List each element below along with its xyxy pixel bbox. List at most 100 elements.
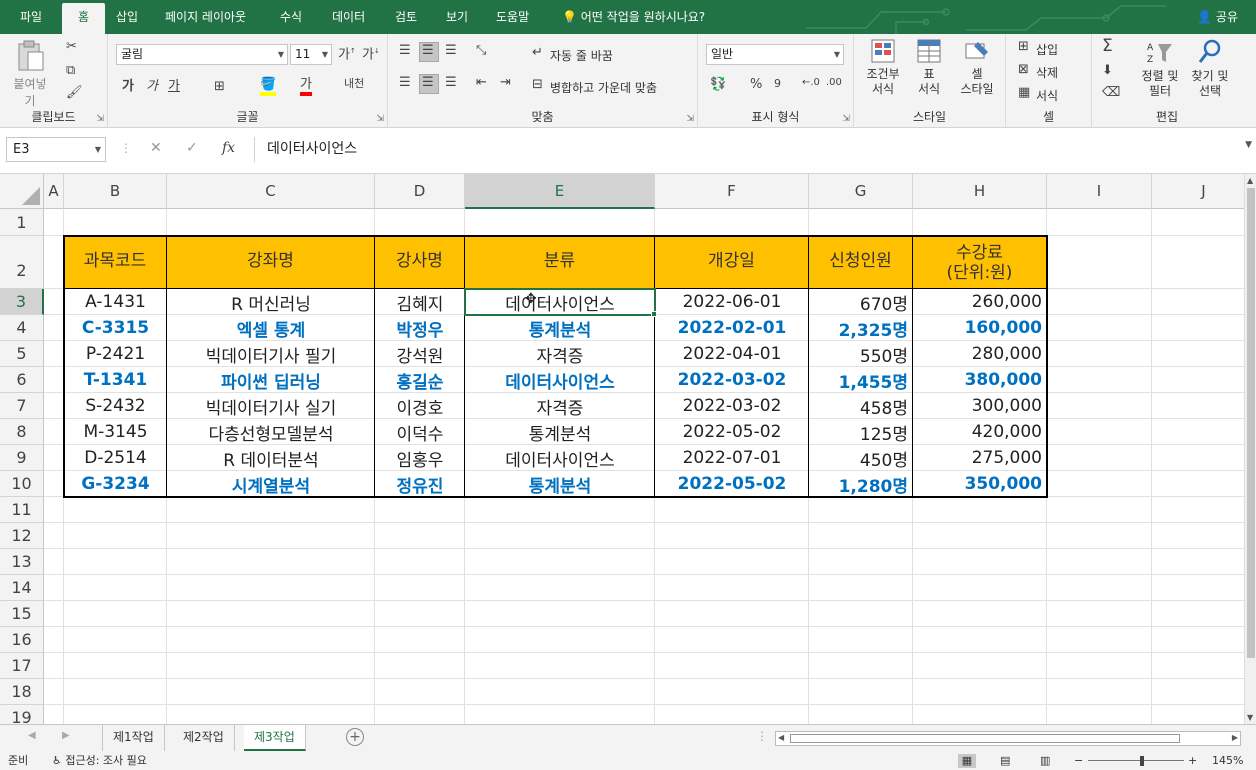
page-break-view-icon[interactable]: ▥ xyxy=(1040,752,1050,770)
number-launcher-icon[interactable]: ⇲ xyxy=(842,114,850,124)
wrap-text-button[interactable]: 자동 줄 바꿈 xyxy=(550,47,613,64)
row-header-15[interactable]: 15 xyxy=(0,601,44,627)
scroll-up-icon[interactable]: ▲ xyxy=(1247,176,1253,185)
row-header-19[interactable]: 19 xyxy=(0,705,44,724)
instructor-cell[interactable]: 강석원 xyxy=(375,341,465,367)
row-header-13[interactable]: 13 xyxy=(0,549,44,575)
delete-cells-button[interactable]: 삭제 xyxy=(1036,64,1058,81)
course-name-cell[interactable]: 시계열분석 xyxy=(167,471,375,497)
course-code-cell[interactable]: M-3145 xyxy=(64,419,167,445)
vertical-scroll-thumb[interactable] xyxy=(1247,188,1255,658)
add-sheet-icon[interactable]: + xyxy=(346,728,364,746)
grow-font-icon[interactable]: 가↑ xyxy=(338,48,356,62)
tab-data[interactable]: 데이터 xyxy=(330,0,367,34)
course-code-cell[interactable]: P-2421 xyxy=(64,341,167,367)
enrollment-cell[interactable]: 1,280명 xyxy=(809,471,913,497)
cancel-icon[interactable]: ✕ xyxy=(150,140,162,156)
enrollment-cell[interactable]: 125명 xyxy=(809,419,913,445)
shrink-font-icon[interactable]: 가↓ xyxy=(362,48,380,62)
start-date-cell[interactable]: 2022-03-02 xyxy=(655,393,809,419)
row-header-2[interactable]: 2 xyxy=(0,236,44,289)
enrollment-cell[interactable]: 450명 xyxy=(809,445,913,471)
expand-formula-icon[interactable]: ▼ xyxy=(1245,140,1252,150)
formula-bar-handle-icon[interactable]: ⋮ xyxy=(120,141,132,155)
instructor-cell[interactable]: 정유진 xyxy=(375,471,465,497)
tell-me-search[interactable]: 💡 어떤 작업을 원하시나요? xyxy=(562,0,705,34)
course-name-cell[interactable]: R 머신러닝 xyxy=(167,289,375,315)
course-name-cell[interactable]: 다층선형모델분석 xyxy=(167,419,375,445)
category-cell[interactable]: 데이터사이언스 xyxy=(465,367,655,393)
formula-input[interactable]: 데이터사이언스 xyxy=(254,137,1254,162)
category-cell[interactable]: 통계분석 xyxy=(465,471,655,497)
fill-handle[interactable] xyxy=(651,311,657,317)
tab-view[interactable]: 보기 xyxy=(444,0,470,34)
italic-button[interactable]: 가 xyxy=(146,80,158,93)
row-header-16[interactable]: 16 xyxy=(0,627,44,653)
enrollment-cell[interactable]: 1,455명 xyxy=(809,367,913,393)
zoom-slider[interactable] xyxy=(1088,760,1184,761)
tab-split-handle-icon[interactable]: ⋮ xyxy=(756,729,768,743)
course-code-cell[interactable]: A-1431 xyxy=(64,289,167,315)
tab-file[interactable]: 파일 xyxy=(18,0,44,34)
zoom-level[interactable]: 145% xyxy=(1212,752,1243,770)
next-sheet-icon[interactable]: ▶ xyxy=(62,730,70,741)
start-date-cell[interactable]: 2022-06-01 xyxy=(655,289,809,315)
course-code-cell[interactable]: D-2514 xyxy=(64,445,167,471)
category-cell[interactable]: 자격증 xyxy=(465,393,655,419)
start-date-cell[interactable]: 2022-05-02 xyxy=(655,471,809,497)
insert-cells-button[interactable]: 삽입 xyxy=(1036,41,1058,58)
sort-filter-button[interactable]: A Z 정렬 및 필터 xyxy=(1136,38,1184,99)
enrollment-cell[interactable]: 670명 xyxy=(809,289,913,315)
row-header-5[interactable]: 5 xyxy=(0,341,44,367)
row-header-9[interactable]: 9 xyxy=(0,445,44,471)
clipboard-launcher-icon[interactable]: ⇲ xyxy=(96,114,104,124)
course-name-cell[interactable]: 빅데이터기사 실기 xyxy=(167,393,375,419)
category-cell[interactable]: 통계분석 xyxy=(465,419,655,445)
fee-cell[interactable]: 280,000 xyxy=(913,341,1047,367)
phonetic-icon[interactable]: 내천 xyxy=(344,78,364,89)
scroll-left-icon[interactable]: ◀ xyxy=(778,733,784,742)
insert-function-icon[interactable]: fx xyxy=(222,140,235,156)
category-cell[interactable]: 통계분석 xyxy=(465,315,655,341)
vertical-scrollbar[interactable]: ▲ ▼ xyxy=(1244,174,1256,724)
row-header-8[interactable]: 8 xyxy=(0,419,44,445)
zoom-out-icon[interactable]: − xyxy=(1074,752,1083,770)
font-size-combo[interactable]: 11 ▼ xyxy=(290,44,332,65)
course-name-cell[interactable]: 파이썬 딥러닝 xyxy=(167,367,375,393)
zoom-in-icon[interactable]: + xyxy=(1188,752,1197,770)
enrollment-cell[interactable]: 550명 xyxy=(809,341,913,367)
decrease-indent-icon[interactable]: ⇤ xyxy=(476,76,487,89)
orientation-icon[interactable]: ⤡ xyxy=(476,44,486,57)
normal-view-icon[interactable]: ▦ xyxy=(958,754,976,768)
name-box[interactable]: E3 ▼ xyxy=(6,137,106,162)
fee-cell[interactable]: 260,000 xyxy=(913,289,1047,315)
align-right-icon[interactable]: ☰ xyxy=(445,76,457,89)
course-name-cell[interactable]: R 데이터분석 xyxy=(167,445,375,471)
start-date-cell[interactable]: 2022-02-01 xyxy=(655,315,809,341)
fee-cell[interactable]: 275,000 xyxy=(913,445,1047,471)
column-header-a[interactable]: A xyxy=(44,174,64,209)
underline-button[interactable]: 가 xyxy=(168,80,180,93)
find-select-button[interactable]: 찾기 및 선택 xyxy=(1186,38,1234,99)
row-header-11[interactable]: 11 xyxy=(0,497,44,523)
percent-button[interactable]: % xyxy=(750,78,762,91)
cut-icon[interactable]: ✂ xyxy=(66,40,77,53)
tab-review[interactable]: 검토 xyxy=(393,0,419,34)
align-left-icon[interactable]: ☰ xyxy=(399,76,411,89)
accessibility-status[interactable]: ♿ 접근성: 조사 필요 xyxy=(52,752,147,770)
clear-icon[interactable]: ⌫ xyxy=(1102,86,1120,99)
format-painter-icon[interactable]: 🖌 xyxy=(66,86,83,99)
course-code-cell[interactable]: T-1341 xyxy=(64,367,167,393)
horizontal-scrollbar[interactable]: ◀ ▶ xyxy=(775,731,1241,746)
fill-color-icon[interactable]: 🪣 xyxy=(260,77,277,96)
tab-help[interactable]: 도움말 xyxy=(494,0,531,34)
fee-cell[interactable]: 300,000 xyxy=(913,393,1047,419)
number-format-combo[interactable]: 일반 ▼ xyxy=(706,44,844,65)
share-button[interactable]: 👤 공유 xyxy=(1197,0,1238,34)
instructor-cell[interactable]: 박정우 xyxy=(375,315,465,341)
instructor-cell[interactable]: 홍길순 xyxy=(375,367,465,393)
enter-icon[interactable]: ✓ xyxy=(186,140,198,156)
course-name-cell[interactable]: 엑셀 통계 xyxy=(167,315,375,341)
row-header-1[interactable]: 1 xyxy=(0,209,44,236)
merge-center-button[interactable]: 병합하고 가운데 맞춤 xyxy=(550,79,657,96)
